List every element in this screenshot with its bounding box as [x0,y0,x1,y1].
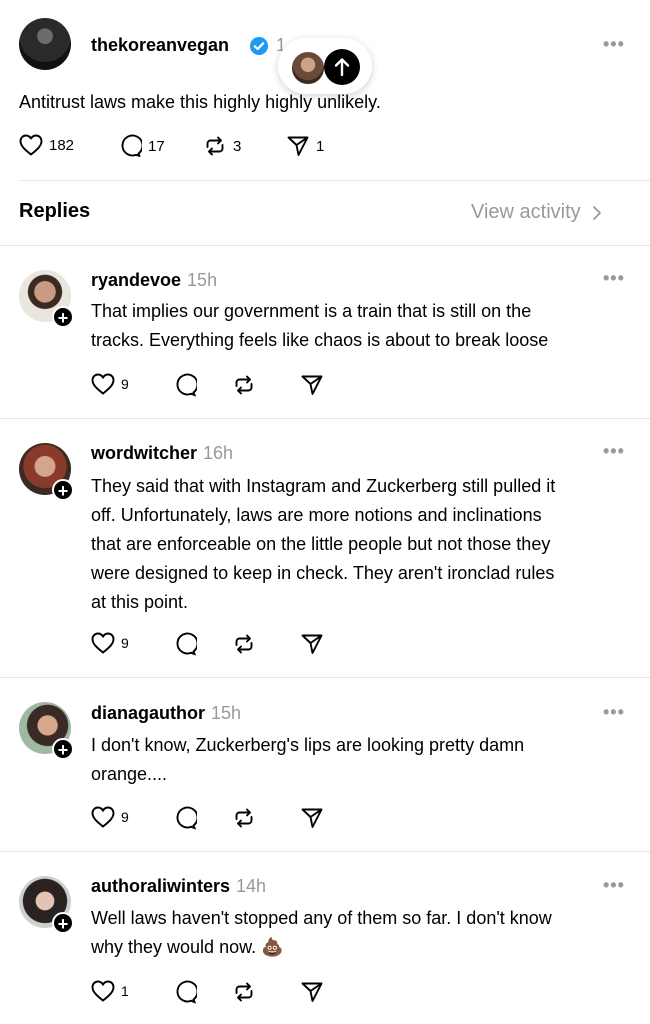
reply-like-button[interactable]: 9 [91,806,129,828]
repost-icon [235,634,253,654]
op-like-count: 182 [49,136,75,154]
comment-icon [176,373,197,397]
reply-time: 15h [187,270,218,290]
heart-icon [91,980,115,1002]
op-reply-count: 17 [148,137,165,155]
reply-username[interactable]: wordwitcher 16h [91,443,233,464]
op-avatar[interactable] [19,18,71,70]
divider [0,851,650,852]
reply-text: I don't know, Zuckerberg's lips are look… [91,735,525,784]
op-like-button[interactable]: 182 [19,134,74,156]
reply-repost-button[interactable] [232,980,256,1004]
reply-repost-button[interactable] [232,632,256,656]
reply-comment-button[interactable] [173,632,197,656]
comment-icon [176,632,197,656]
verified-badge-icon [249,36,269,56]
comment-icon [176,806,197,830]
reply-username[interactable]: ryandevoe 15h [91,270,217,291]
reply-like-count: 1 [121,983,129,999]
op-text: Antitrust laws make this highly highly u… [19,92,381,112]
op-more-icon[interactable]: ••• [603,34,625,55]
send-icon [301,808,323,828]
repost-icon [235,808,253,828]
reply-share-button[interactable] [300,806,324,830]
repost-icon [235,375,253,395]
reply-text: Well laws haven't stopped any of them so… [91,908,552,957]
reply-repost-button[interactable] [232,373,256,397]
reply-text: That implies our government is a train t… [91,301,549,350]
follow-plus-icon[interactable]: + [52,738,74,760]
op-share-count: 1 [316,137,325,155]
reply-share-button[interactable] [300,373,324,397]
send-icon [301,634,323,654]
reply-more-icon[interactable]: ••• [603,268,625,289]
follow-plus-icon[interactable]: + [52,912,74,934]
reply-share-button[interactable] [300,632,324,656]
reply-time: 14h [236,876,267,896]
reply-share-button[interactable] [300,980,324,1004]
divider [19,180,650,181]
op-username[interactable]: thekoreanvegan [91,35,229,56]
heart-icon [91,632,115,654]
replies-title: Replies [19,200,91,222]
send-icon [287,136,309,156]
op-repost-button[interactable]: 3 [203,134,241,158]
reply-like-button[interactable]: 1 [91,980,129,1002]
follow-plus-icon[interactable]: + [52,479,74,501]
comment-icon [176,980,197,1004]
view-activity-label: View activity [471,201,581,223]
send-icon [301,982,323,1002]
comment-icon [121,134,142,157]
divider [0,245,650,246]
reply-more-icon[interactable]: ••• [603,702,625,723]
reply-like-button[interactable]: 9 [91,632,129,654]
reply-like-count: 9 [121,809,129,825]
reply-repost-button[interactable] [232,806,256,830]
reply-username[interactable]: dianagauthor 15h [91,703,241,724]
reply-comment-button[interactable] [173,980,197,1004]
reply-like-count: 9 [121,635,129,651]
divider [0,418,650,419]
op-repost-count: 3 [233,137,242,155]
pill-avatar [290,50,326,86]
reply-more-icon[interactable]: ••• [603,441,625,462]
reply-like-count: 9 [121,376,129,392]
reply-comment-button[interactable] [173,373,197,397]
reply-text: They said that with Instagram and Zucker… [91,476,556,612]
follow-plus-icon[interactable]: + [52,306,74,328]
heart-icon [91,806,115,828]
heart-icon [91,373,115,395]
reply-comment-button[interactable] [173,806,197,830]
reply-time: 15h [211,703,242,723]
reply-username[interactable]: authoraliwinters 14h [91,876,266,897]
reply-more-icon[interactable]: ••• [603,875,625,896]
op-share-button[interactable]: 1 [286,134,324,158]
reply-like-button[interactable]: 9 [91,373,129,395]
heart-icon [19,134,43,156]
chevron-right-icon [592,205,601,220]
op-reply-button[interactable]: 17 [118,134,165,158]
reply-time: 16h [203,443,234,463]
view-activity-link[interactable]: View activity [471,201,604,224]
repost-icon [206,136,224,156]
scroll-up-icon[interactable] [324,49,360,85]
divider [0,677,650,678]
repost-icon [235,982,253,1002]
send-icon [301,375,323,395]
